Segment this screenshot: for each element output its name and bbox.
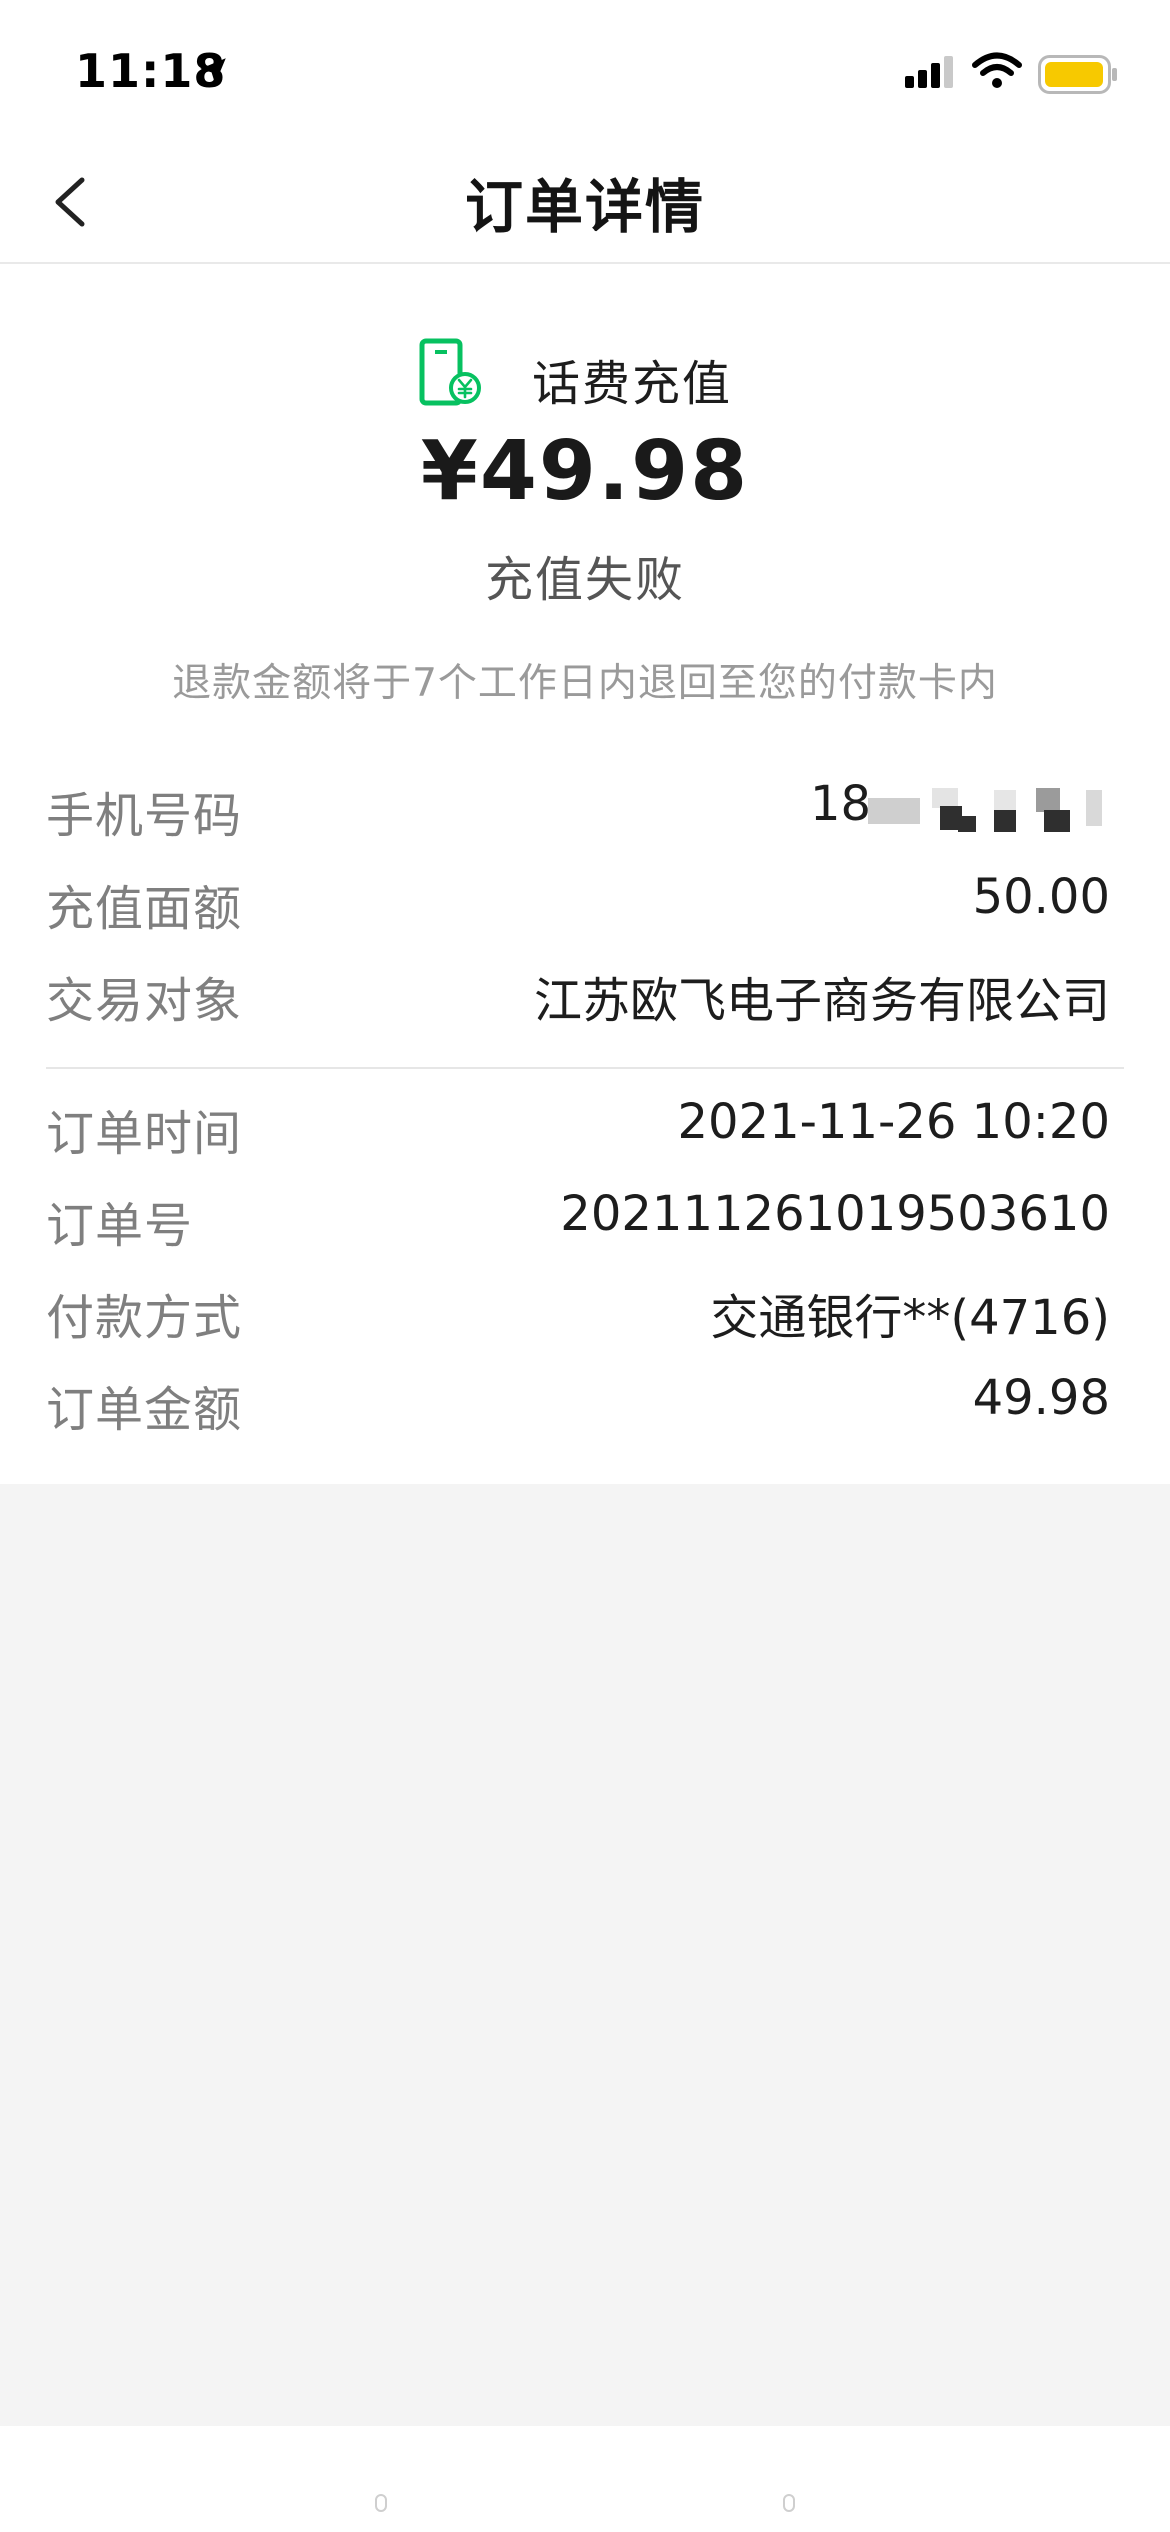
cellular-signal-icon <box>905 56 959 96</box>
phone-prefix: 18 <box>810 776 872 832</box>
page-title: 订单详情 <box>464 173 705 241</box>
detail-row-order-time: 订单时间 2021-11-26 10:20 <box>46 1094 1110 1164</box>
masked-digit <box>1036 788 1060 812</box>
masked-digit <box>994 810 1016 832</box>
masked-digit <box>932 788 958 808</box>
detail-value: 49.98 <box>972 1370 1110 1426</box>
detail-row-order-number: 订单号 202111261019503610 <box>46 1186 1110 1256</box>
detail-row-payment-method: 付款方式 交通银行**(4716) <box>46 1278 1110 1348</box>
detail-row-face-value: 充值面额 50.00 <box>46 869 1110 939</box>
phone-recharge-icon <box>418 338 484 408</box>
detail-value: 交通银行**(4716) <box>710 1290 1110 1346</box>
detail-row-merchant: 交易对象 江苏欧飞电子商务有限公司 <box>46 961 1110 1031</box>
order-amount: ¥49.98 <box>420 424 750 519</box>
detail-label: 手机号码 <box>46 788 243 844</box>
phone-number-value: 18 <box>810 776 1110 846</box>
home-indicator-left <box>375 2494 387 2512</box>
masked-digit <box>868 798 920 824</box>
navigation-bar: 订单详情 <box>0 140 1170 264</box>
detail-row-phone: 手机号码 18 <box>46 776 1110 846</box>
masked-digit <box>1086 790 1102 826</box>
home-indicator-right <box>783 2494 795 2512</box>
order-status: 充值失败 <box>484 552 685 608</box>
order-detail-card: 话费充值 ¥49.98 充值失败 退款金额将于7个工作日内退回至您的付款卡内 手… <box>0 264 1170 1484</box>
status-bar: 11:18 <box>0 0 1170 140</box>
detail-label: 订单时间 <box>46 1106 243 1162</box>
detail-value: 2021-11-26 10:20 <box>677 1094 1110 1150</box>
detail-value: 50.00 <box>972 869 1110 925</box>
masked-digit <box>1044 810 1070 832</box>
detail-label: 交易对象 <box>46 973 243 1029</box>
detail-value: 江苏欧飞电子商务有限公司 <box>533 973 1110 1029</box>
detail-label: 订单号 <box>46 1198 194 1254</box>
refund-note: 退款金额将于7个工作日内退回至您的付款卡内 <box>172 661 998 706</box>
masked-digit <box>958 816 976 832</box>
divider <box>46 1067 1124 1069</box>
product-name: 话费充值 <box>532 356 733 412</box>
detail-label: 付款方式 <box>46 1290 243 1346</box>
home-indicator-area <box>0 2426 1170 2532</box>
masked-digit <box>994 790 1016 810</box>
product-row: 话费充值 <box>0 334 1170 412</box>
battery-icon <box>1038 55 1118 99</box>
location-arrow-icon <box>196 54 230 92</box>
detail-label: 充值面额 <box>46 881 243 937</box>
detail-value[interactable]: 202111261019503610 <box>560 1186 1110 1242</box>
detail-row-order-amount: 订单金额 49.98 <box>46 1370 1110 1440</box>
wifi-icon <box>972 52 1022 94</box>
detail-label: 订单金额 <box>46 1382 243 1438</box>
